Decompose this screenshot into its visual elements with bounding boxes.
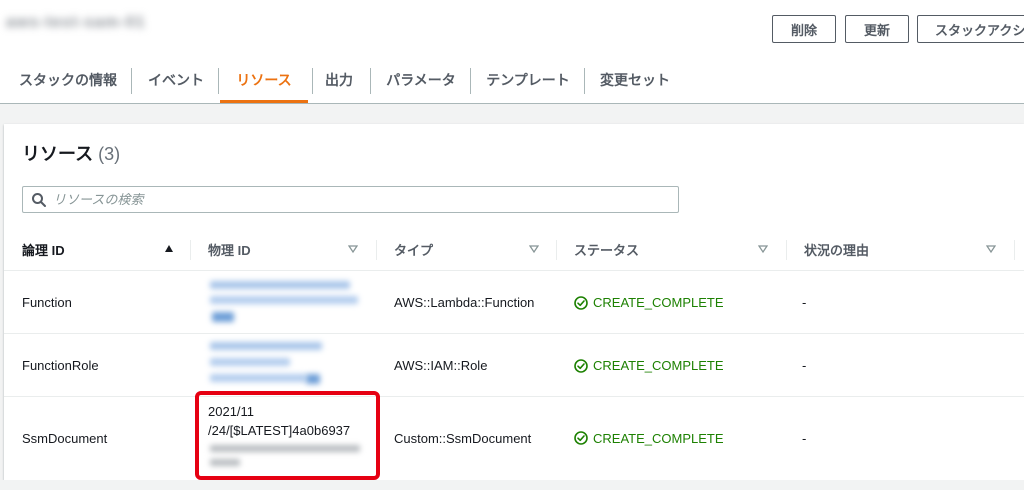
resources-panel: リソース (3) 論理 ID 物理 ID タイプ (4, 124, 1024, 480)
column-header-status[interactable]: ステータス (574, 228, 744, 271)
table-header: 論理 ID 物理 ID タイプ ステータス 状況の理由 (4, 228, 1024, 271)
column-label: 論理 ID (22, 243, 65, 258)
sort-caret-icon[interactable] (986, 244, 996, 254)
status-text: CREATE_COMPLETE (593, 430, 724, 446)
tab-bar: スタックの情報 イベント リソース 出力 パラメータ テンプレート 変更セット (0, 60, 1024, 104)
column-divider (556, 240, 557, 260)
active-tab-indicator (220, 100, 308, 103)
column-divider (190, 240, 191, 260)
resource-search[interactable] (22, 186, 679, 213)
tab-events[interactable]: イベント (140, 60, 212, 100)
stack-actions-button[interactable]: スタックアクション (917, 15, 1024, 43)
check-circle-icon (574, 431, 588, 445)
physical-id-link-blurred (210, 358, 290, 366)
check-circle-icon (574, 295, 588, 310)
logical-id-cell: FunctionRole (22, 358, 99, 373)
update-button[interactable]: 更新 (845, 15, 909, 43)
tab-divider (131, 68, 132, 94)
column-label: 状況の理由 (804, 243, 870, 258)
logical-id-cell: SsmDocument (22, 430, 108, 446)
sort-caret-icon[interactable] (348, 244, 358, 254)
column-label: ステータス (574, 243, 640, 258)
physical-id-link-blurred (210, 296, 358, 304)
sort-caret-icon[interactable] (529, 244, 539, 254)
check-circle-icon (574, 358, 588, 373)
column-divider (376, 240, 377, 260)
status-cell: CREATE_COMPLETE (574, 271, 724, 334)
search-input[interactable] (53, 189, 653, 210)
external-link-icon[interactable] (212, 312, 234, 322)
status-reason-cell: - (802, 295, 807, 310)
page-bottom (0, 480, 1024, 490)
table-row: Function AWS::Lambda::Function CREATE_CO… (4, 271, 1024, 334)
status-cell: CREATE_COMPLETE (574, 334, 724, 397)
physical-id-link-blurred (210, 374, 306, 382)
column-header-physical-id[interactable]: 物理 ID (208, 228, 348, 271)
stack-actions-label: スタックアクション (935, 22, 1024, 38)
status-reason-cell: - (802, 430, 807, 446)
delete-button[interactable]: 削除 (772, 15, 836, 43)
logical-id-cell: Function (22, 295, 72, 310)
physical-id-link-blurred[interactable] (210, 342, 322, 350)
stack-header: aws-test-sam-01 削除 更新 スタックアクション スタックの情報 … (0, 0, 1024, 104)
column-label: タイプ (394, 243, 434, 258)
column-label: 物理 ID (208, 243, 251, 258)
sort-caret-icon[interactable] (758, 244, 768, 254)
column-divider (786, 240, 787, 260)
tab-divider (312, 68, 313, 94)
column-header-logical-id[interactable]: 論理 ID (22, 228, 182, 271)
status-text: CREATE_COMPLETE (593, 295, 724, 310)
physical-id-link-blurred[interactable] (210, 281, 350, 289)
status-text: CREATE_COMPLETE (593, 358, 724, 373)
tab-template[interactable]: テンプレート (478, 60, 578, 100)
tab-divider (370, 68, 371, 94)
tab-divider (584, 68, 585, 94)
column-header-type[interactable]: タイプ (394, 228, 524, 271)
stack-title: aws-test-sam-01 (6, 14, 146, 31)
tab-outputs[interactable]: 出力 (316, 60, 362, 100)
column-header-status-reason[interactable]: 状況の理由 (804, 228, 964, 271)
external-link-icon[interactable] (306, 374, 320, 384)
status-cell: CREATE_COMPLETE (574, 397, 724, 479)
type-cell: AWS::IAM::Role (394, 358, 488, 373)
resources-heading: リソース (3) (22, 140, 120, 166)
column-divider (1014, 240, 1015, 260)
resources-count: (3) (98, 144, 121, 164)
table-row: SsmDocument 2021/11 /24/[$LATEST]4a0b693… (4, 397, 1024, 479)
tab-stack-info[interactable]: スタックの情報 (10, 60, 126, 100)
search-icon (32, 193, 46, 207)
type-cell: Custom::SsmDocument (394, 430, 532, 446)
resources-title: リソース (22, 144, 94, 164)
tab-change-sets[interactable]: 変更セット (590, 60, 680, 100)
table-row: FunctionRole AWS::IAM::Role CREATE_COMPL… (4, 334, 1024, 397)
tab-divider (470, 68, 471, 94)
status-reason-cell: - (802, 358, 807, 373)
tab-parameters[interactable]: パラメータ (378, 60, 464, 100)
annotation-highlight-box (195, 391, 380, 480)
sort-ascending-icon[interactable] (164, 244, 174, 254)
tab-resources[interactable]: リソース (222, 60, 306, 100)
type-cell: AWS::Lambda::Function (394, 295, 535, 310)
tab-divider (218, 68, 219, 94)
